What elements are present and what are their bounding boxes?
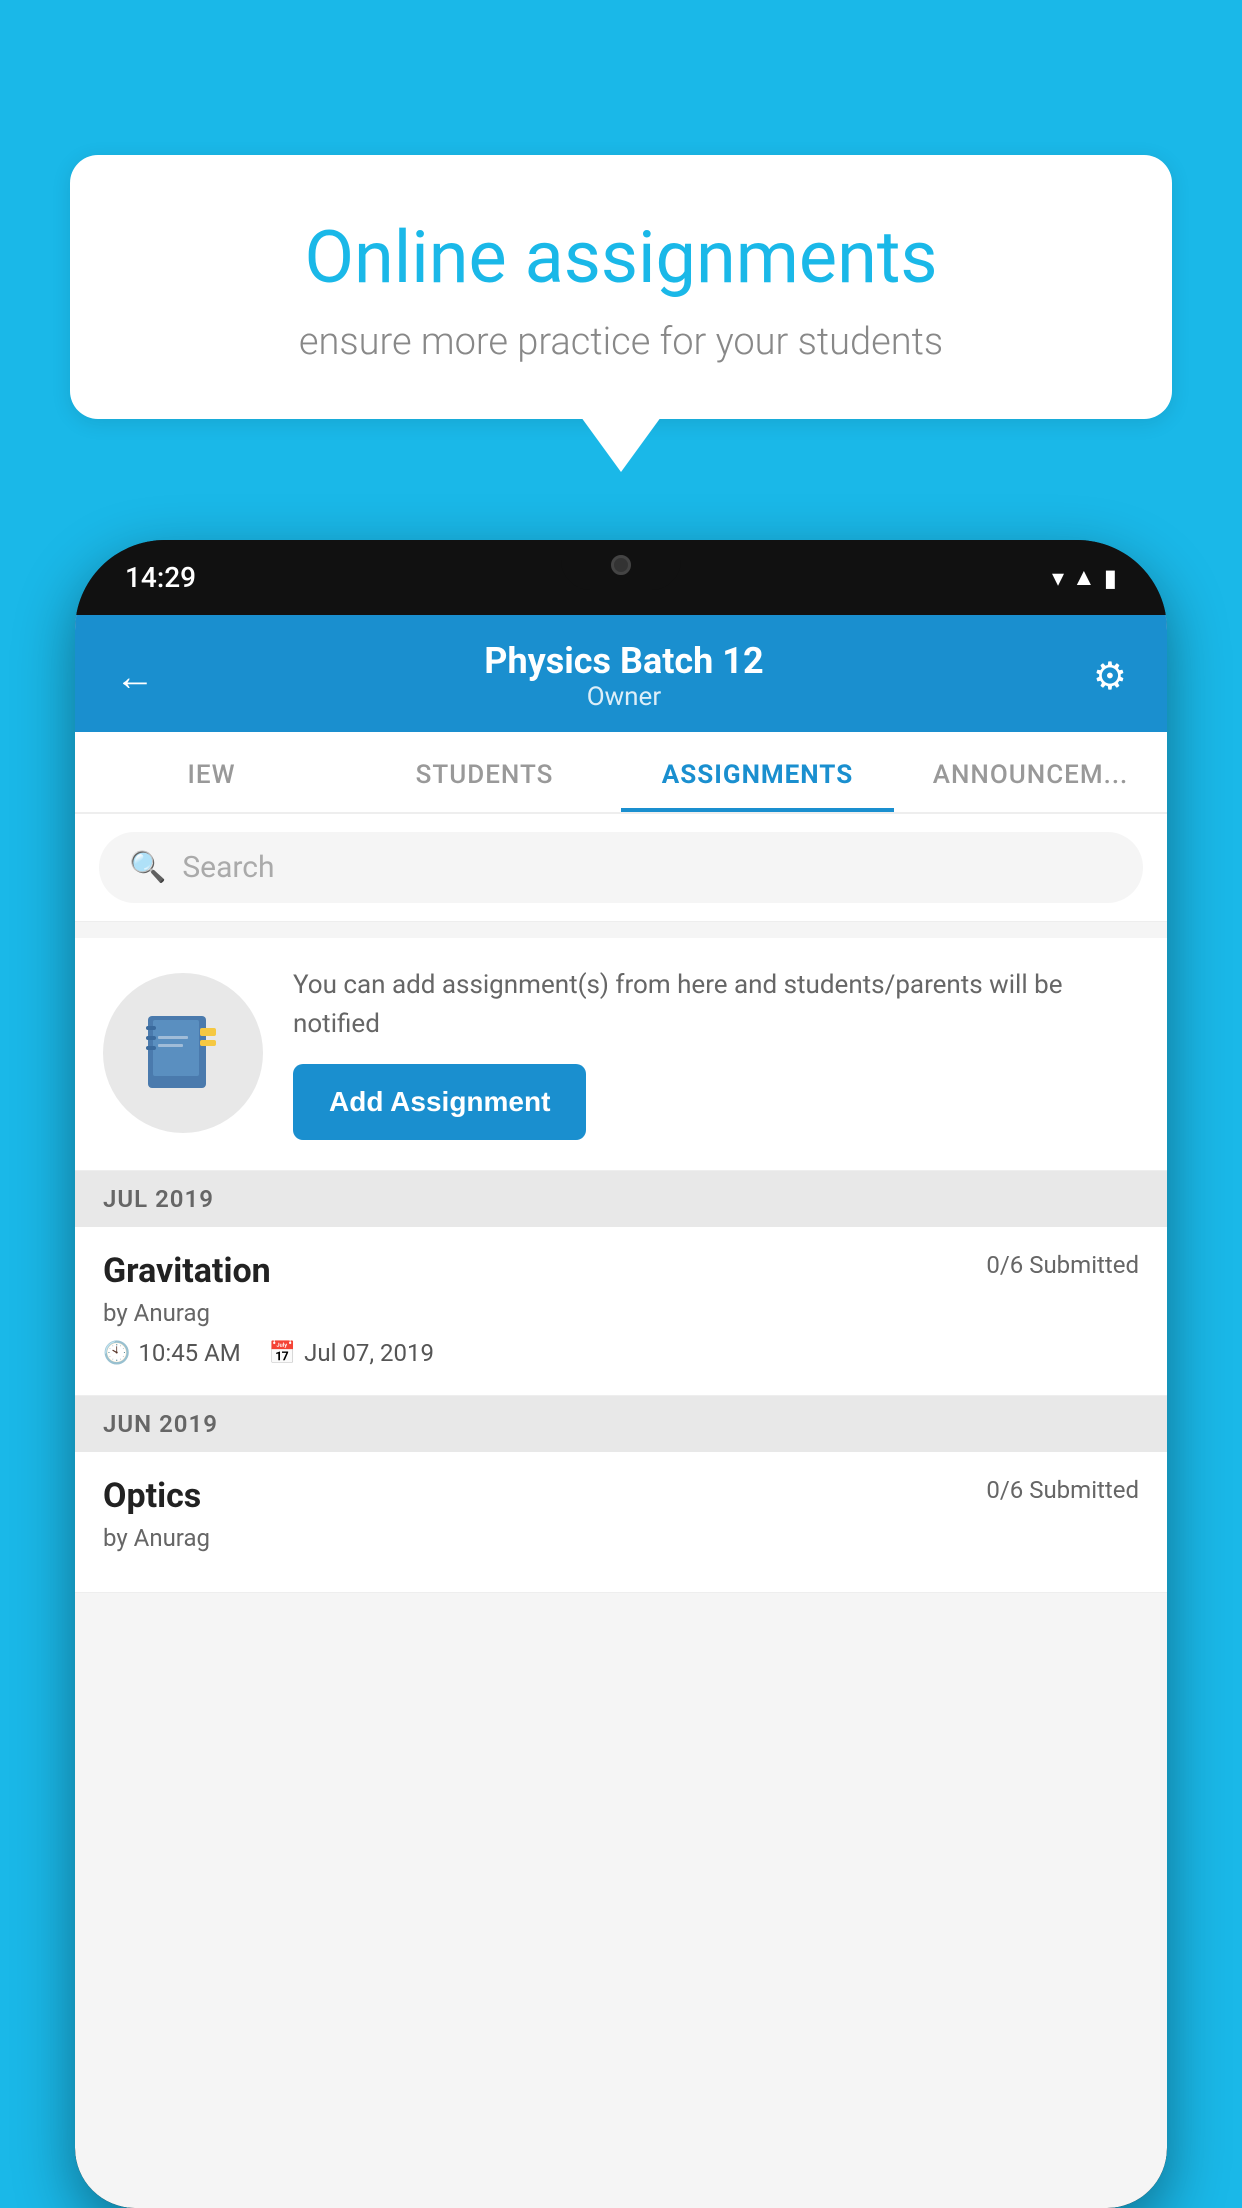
clock-icon: 🕙 bbox=[103, 1341, 130, 1366]
assignment-header: Gravitation 0/6 Submitted bbox=[103, 1251, 1139, 1291]
promo-icon-circle bbox=[103, 973, 263, 1133]
speech-bubble: Online assignments ensure more practice … bbox=[70, 155, 1172, 419]
phone-time: 14:29 bbox=[125, 561, 196, 594]
wifi-icon: ▾ bbox=[1052, 564, 1064, 592]
assignment-by-gravitation: by Anurag bbox=[103, 1299, 1139, 1327]
tab-students[interactable]: STUDENTS bbox=[348, 732, 621, 812]
app-header-center: Physics Batch 12 Owner bbox=[484, 640, 763, 712]
search-icon: 🔍 bbox=[129, 850, 166, 885]
assignment-name-optics: Optics bbox=[103, 1476, 201, 1516]
assignment-status-gravitation: 0/6 Submitted bbox=[986, 1251, 1139, 1279]
speech-bubble-title: Online assignments bbox=[140, 215, 1102, 300]
notebook-icon bbox=[138, 1008, 228, 1098]
promo-right: You can add assignment(s) from here and … bbox=[293, 966, 1139, 1140]
assignment-date-gravitation: 📅 Jul 07, 2019 bbox=[269, 1339, 434, 1367]
calendar-icon: 📅 bbox=[269, 1341, 296, 1366]
assignment-header-optics: Optics 0/6 Submitted bbox=[103, 1476, 1139, 1516]
phone-camera bbox=[611, 555, 631, 575]
assignment-time-value: 10:45 AM bbox=[138, 1339, 240, 1367]
speech-bubble-subtitle: ensure more practice for your students bbox=[140, 320, 1102, 364]
tab-iew[interactable]: IEW bbox=[75, 732, 348, 812]
phone-frame: 14:29 ▾ ▲ ▮ ← Physics Batch 12 Owner ⚙ I… bbox=[75, 540, 1167, 2208]
search-placeholder: Search bbox=[182, 850, 274, 885]
app-screen: ← Physics Batch 12 Owner ⚙ IEW STUDENTS … bbox=[75, 615, 1167, 2208]
phone-notch bbox=[561, 540, 681, 590]
search-container: 🔍 Search bbox=[75, 814, 1167, 922]
battery-icon: ▮ bbox=[1104, 564, 1117, 592]
promo-text: You can add assignment(s) from here and … bbox=[293, 966, 1139, 1044]
back-button[interactable]: ← bbox=[115, 653, 155, 700]
assignment-name-gravitation: Gravitation bbox=[103, 1251, 271, 1291]
app-tabs: IEW STUDENTS ASSIGNMENTS ANNOUNCEM... bbox=[75, 732, 1167, 814]
assignment-date-value: Jul 07, 2019 bbox=[304, 1339, 434, 1367]
assignment-status-optics: 0/6 Submitted bbox=[986, 1476, 1139, 1504]
signal-icon: ▲ bbox=[1072, 563, 1096, 592]
assignment-item-optics[interactable]: Optics 0/6 Submitted by Anurag bbox=[75, 1452, 1167, 1593]
tab-announcements[interactable]: ANNOUNCEM... bbox=[894, 732, 1167, 812]
assignment-time-gravitation: 🕙 10:45 AM bbox=[103, 1339, 241, 1367]
month-separator-jul: JUL 2019 bbox=[75, 1171, 1167, 1227]
search-bar[interactable]: 🔍 Search bbox=[99, 832, 1143, 903]
assignment-item-gravitation[interactable]: Gravitation 0/6 Submitted by Anurag 🕙 10… bbox=[75, 1227, 1167, 1396]
settings-button[interactable]: ⚙ bbox=[1093, 654, 1127, 699]
add-assignment-button[interactable]: Add Assignment bbox=[293, 1064, 586, 1140]
app-header-subtitle: Owner bbox=[484, 682, 763, 712]
app-header: ← Physics Batch 12 Owner ⚙ bbox=[75, 615, 1167, 732]
app-header-title: Physics Batch 12 bbox=[484, 640, 763, 682]
assignment-meta-gravitation: 🕙 10:45 AM 📅 Jul 07, 2019 bbox=[103, 1339, 1139, 1367]
phone-status-bar: 14:29 ▾ ▲ ▮ bbox=[75, 540, 1167, 615]
tab-assignments[interactable]: ASSIGNMENTS bbox=[621, 732, 894, 812]
assignment-by-optics: by Anurag bbox=[103, 1524, 1139, 1552]
speech-bubble-tail bbox=[581, 417, 661, 472]
phone-status-icons: ▾ ▲ ▮ bbox=[1052, 563, 1117, 592]
add-assignment-promo: You can add assignment(s) from here and … bbox=[75, 938, 1167, 1171]
month-separator-jun: JUN 2019 bbox=[75, 1396, 1167, 1452]
speech-bubble-container: Online assignments ensure more practice … bbox=[70, 155, 1172, 472]
